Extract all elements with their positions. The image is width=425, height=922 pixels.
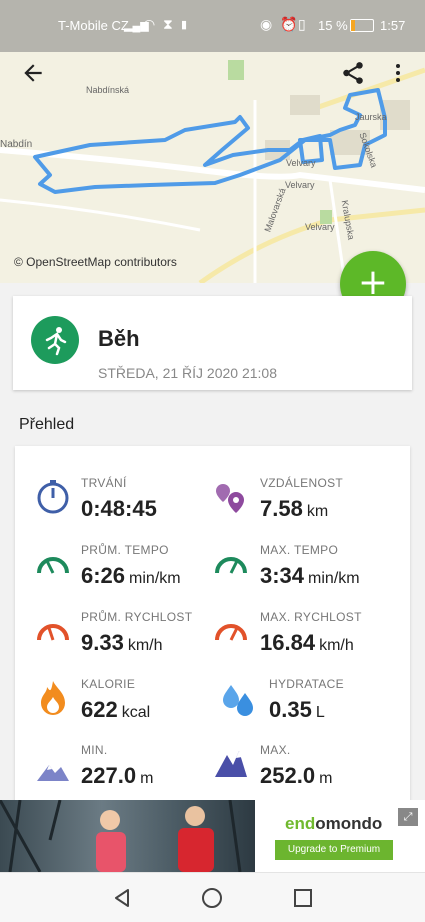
stat-label: TRVÁNÍ: [81, 476, 127, 490]
ad-close-icon[interactable]: ⤢: [398, 808, 418, 826]
stat-value: 0:48:45: [81, 496, 157, 521]
stat-label: KALORIE: [81, 677, 136, 691]
stat-label: MIN.: [81, 743, 108, 757]
map-label: Velvary: [285, 180, 315, 190]
stat-value: 252.0 m: [260, 763, 333, 788]
status-bar: T-Mobile CZ ▂▄▆ ◠ ⧗ ▮ ◉ ⏰ ▯ 15 % 1:57: [0, 0, 425, 52]
stat-value: 7.58 km: [260, 496, 329, 521]
stat-label: VZDÁLENOST: [260, 476, 344, 490]
share-button[interactable]: [340, 60, 370, 90]
stat-value: 0.35 L: [269, 697, 325, 722]
nav-home-icon[interactable]: [201, 887, 223, 909]
stats-card: TRVÁNÍ 0:48:45 VZDÁLENOST 7.58 km PRŮM. T…: [15, 446, 410, 806]
stat-label: PRŮM. TEMPO: [81, 543, 169, 557]
running-icon: [31, 316, 79, 364]
battery-icon: [350, 19, 374, 32]
nav-recents-icon[interactable]: [292, 887, 314, 909]
map-label: Nabdín: [0, 139, 33, 150]
wifi-icon: ◠: [143, 16, 156, 32]
activity-header-card[interactable]: Běh STŘEDA, 21 ŘÍJ 2020 21:08: [13, 296, 412, 390]
carrier-name: T-Mobile CZ: [58, 18, 129, 33]
endomondo-logo: endomondo: [285, 814, 383, 833]
pace-gauge-icon: [37, 557, 69, 574]
stat-label: MAX. RYCHLOST: [260, 610, 362, 624]
activity-datetime: STŘEDA, 21 ŘÍJ 2020 21:08: [98, 365, 277, 381]
ad-panel[interactable]: endomondo Upgrade to Premium ⤢: [255, 800, 425, 872]
stat-value: 227.0 m: [81, 763, 154, 788]
map-label: Velvary: [286, 158, 316, 168]
back-button[interactable]: [20, 60, 50, 90]
hourglass-icon: ⧗: [163, 16, 173, 32]
stat-value: 622 kcal: [81, 697, 151, 722]
stat-label: HYDRATACE: [269, 677, 344, 691]
upgrade-premium-button[interactable]: Upgrade to Premium: [275, 840, 393, 860]
map-label: Velvary: [305, 222, 335, 232]
mountain-max-icon: [215, 751, 247, 777]
notification-icon: ▮: [181, 19, 188, 31]
stat-value: 16.84 km/h: [260, 630, 354, 655]
share-icon: [343, 62, 363, 84]
nav-back-icon[interactable]: [111, 887, 133, 909]
map-label: Jaurska: [355, 112, 387, 122]
alarm-icon: ⏰: [280, 16, 298, 32]
battery-percent: 15 %: [318, 18, 348, 33]
speed-gauge-icon: [37, 624, 69, 641]
map-attribution[interactable]: © OpenStreetMap contributors: [14, 255, 177, 269]
stat-value: 6:26 min/km: [81, 563, 181, 588]
stat-value: 9.33 km/h: [81, 630, 163, 655]
speed-gauge-icon: [215, 624, 247, 641]
clock: 1:57: [380, 18, 406, 33]
flame-icon: [41, 681, 65, 715]
eye-icon: ◉: [260, 16, 273, 32]
stat-label: MAX. TEMPO: [260, 543, 339, 557]
system-nav-bar: [0, 872, 425, 922]
more-vert-icon: [396, 64, 400, 82]
location-pins-icon: [216, 484, 244, 513]
more-options-button[interactable]: [386, 60, 410, 90]
water-drops-icon: [223, 685, 253, 716]
stopwatch-icon: [37, 480, 69, 514]
activity-title: Běh: [98, 326, 140, 351]
stat-value: 3:34 min/km: [260, 563, 360, 588]
back-arrow-icon: [24, 64, 42, 82]
ad-runners-image: [0, 800, 255, 872]
map-label: Nabdínská: [86, 85, 130, 95]
overview-heading: Přehled: [19, 416, 75, 433]
stat-label: PRŮM. RYCHLOST: [81, 610, 193, 624]
stat-label: MAX.: [260, 743, 291, 757]
vibrate-icon: ▯: [298, 16, 306, 32]
pace-gauge-icon: [215, 557, 247, 574]
mountain-min-icon: [37, 765, 69, 781]
ad-banner[interactable]: endomondo Upgrade to Premium ⤢: [0, 800, 425, 872]
